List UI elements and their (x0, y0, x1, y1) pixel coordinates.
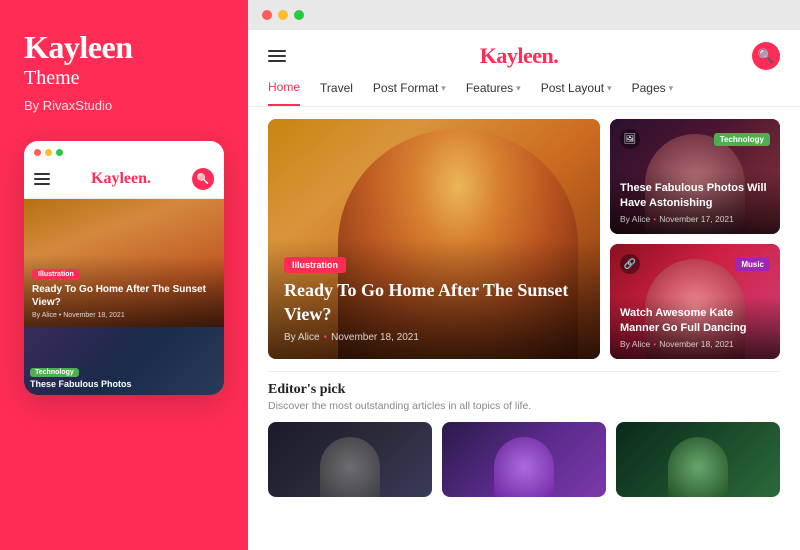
browser-chrome (248, 0, 800, 30)
side-article-2-date: November 18, 2021 (659, 339, 734, 349)
site-header: Kayleen. 🔍 Home Travel Post Format ▾ Fea… (248, 30, 800, 107)
nav-item-travel[interactable]: Travel (320, 81, 353, 105)
editor-card-2[interactable] (442, 422, 606, 497)
mobile-hero-card[interactable]: Illustration Ready To Go Home After The … (24, 199, 224, 327)
side-article-1-title: These Fabulous Photos Will Have Astonish… (620, 181, 770, 210)
mobile-search-button[interactable] (192, 168, 214, 190)
mobile-second-title: These Fabulous Photos (30, 379, 132, 389)
nav-item-post-layout[interactable]: Post Layout ▾ (541, 81, 612, 105)
side-article-2-icon: 🔗 (620, 254, 640, 274)
site-logo-text: Kayleen (480, 43, 554, 68)
meta-separator: • (324, 332, 328, 343)
editor-card-1-person (320, 437, 380, 497)
site-logo-dot: . (553, 43, 558, 68)
mobile-preview: Kayleen. Illustration Ready To Go Home A… (24, 141, 224, 395)
browser-dot-red (262, 10, 272, 20)
search-button[interactable]: 🔍 (752, 42, 780, 70)
editors-grid (268, 422, 780, 497)
side-article-1-icon: 🖼 (620, 129, 640, 149)
editor-card-2-person (494, 437, 554, 497)
mobile-dot-red (34, 149, 41, 156)
chevron-down-icon: ▾ (669, 83, 674, 94)
hero-article[interactable]: Illustration Ready To Go Home After The … (268, 119, 600, 359)
editor-card-1[interactable] (268, 422, 432, 497)
mobile-second-tag: Technology (30, 368, 79, 377)
side-article-1[interactable]: 🖼 Technology These Fabulous Photos Will … (610, 119, 780, 234)
hero-article-content: Illustration Ready To Go Home After The … (268, 239, 600, 359)
hero-article-author: By Alice (284, 332, 320, 343)
brand-name: Kayleen (24, 30, 132, 65)
chevron-down-icon: ▾ (607, 83, 612, 94)
side-article-2-tag-container: Music (735, 254, 770, 272)
hero-article-title: Ready To Go Home After The Sunset View? (284, 279, 584, 326)
editor-card-3[interactable] (616, 422, 780, 497)
editors-pick-section: Editor's pick Discover the most outstand… (268, 371, 780, 497)
nav-item-pages[interactable]: Pages ▾ (632, 81, 674, 105)
nav-item-post-format[interactable]: Post Format ▾ (373, 81, 446, 105)
hamburger-icon[interactable] (268, 50, 286, 62)
left-panel: Kayleen Theme By RivaxStudio Kayleen. Il… (0, 0, 248, 550)
browser-content: Kayleen. 🔍 Home Travel Post Format ▾ Fea… (248, 30, 800, 550)
articles-grid: Illustration Ready To Go Home After The … (268, 119, 780, 359)
mobile-hamburger-icon[interactable] (34, 173, 50, 185)
side-article-2-content: Watch Awesome Kate Manner Go Full Dancin… (610, 296, 780, 359)
site-logo: Kayleen. (480, 43, 559, 69)
meta-dot-2: • (653, 339, 656, 349)
nav-item-home[interactable]: Home (268, 80, 300, 106)
side-article-2-tag: Music (735, 258, 770, 271)
side-article-2[interactable]: 🔗 Music Watch Awesome Kate Manner Go Ful… (610, 244, 780, 359)
mobile-dot-yellow (45, 149, 52, 156)
mobile-dot-green (56, 149, 63, 156)
brand-subtitle: Theme (24, 67, 132, 90)
side-article-2-author: By Alice (620, 339, 650, 349)
side-article-2-meta: By Alice • November 18, 2021 (620, 339, 770, 349)
side-article-2-title: Watch Awesome Kate Manner Go Full Dancin… (620, 306, 770, 335)
mobile-header: Kayleen. (24, 162, 224, 199)
side-article-1-meta: By Alice • November 17, 2021 (620, 214, 770, 224)
side-article-1-author: By Alice (620, 214, 650, 224)
hero-article-meta: By Alice • November 18, 2021 (284, 332, 584, 343)
mobile-logo-dot: . (147, 170, 151, 187)
brand-by: By RivaxStudio (24, 98, 112, 113)
mobile-hero-title: Ready To Go Home After The Sunset View? (32, 283, 216, 309)
mobile-second-card[interactable]: Technology These Fabulous Photos (24, 327, 224, 395)
nav-item-features[interactable]: Features ▾ (466, 81, 521, 105)
side-article-1-content: These Fabulous Photos Will Have Astonish… (610, 171, 780, 234)
browser-dot-yellow (278, 10, 288, 20)
browser-dot-green (294, 10, 304, 20)
side-article-1-date: November 17, 2021 (659, 214, 734, 224)
editor-card-3-person (668, 437, 728, 497)
side-articles: 🖼 Technology These Fabulous Photos Will … (610, 119, 780, 359)
mobile-top-bar (24, 141, 224, 162)
mobile-hero-content: Illustration Ready To Go Home After The … (24, 255, 224, 327)
mobile-second-card-content: Technology These Fabulous Photos (24, 355, 138, 395)
meta-dot-1: • (653, 214, 656, 224)
mobile-hero-tag: Illustration (32, 269, 80, 280)
site-nav: Home Travel Post Format ▾ Features ▾ Pos… (268, 80, 780, 106)
right-panel: Kayleen. 🔍 Home Travel Post Format ▾ Fea… (248, 0, 800, 550)
site-header-top: Kayleen. 🔍 (268, 42, 780, 70)
editors-pick-subtitle: Discover the most outstanding articles i… (268, 400, 780, 412)
mobile-logo-text: Kayleen (91, 170, 147, 187)
chevron-down-icon: ▾ (516, 83, 521, 94)
chevron-down-icon: ▾ (441, 83, 446, 94)
main-content: Illustration Ready To Go Home After The … (248, 107, 800, 550)
brand-title: Kayleen Theme (24, 30, 132, 90)
editors-pick-title: Editor's pick (268, 382, 780, 398)
hero-article-date: November 18, 2021 (331, 332, 419, 343)
mobile-hero-meta: By Alice • November 18, 2021 (32, 312, 216, 319)
mobile-logo: Kayleen. (91, 170, 151, 188)
side-article-1-tag-container: Technology (714, 129, 770, 147)
side-article-1-tag: Technology (714, 133, 770, 146)
mobile-window-dots (34, 149, 63, 156)
hero-article-tag: Illustration (284, 257, 346, 273)
